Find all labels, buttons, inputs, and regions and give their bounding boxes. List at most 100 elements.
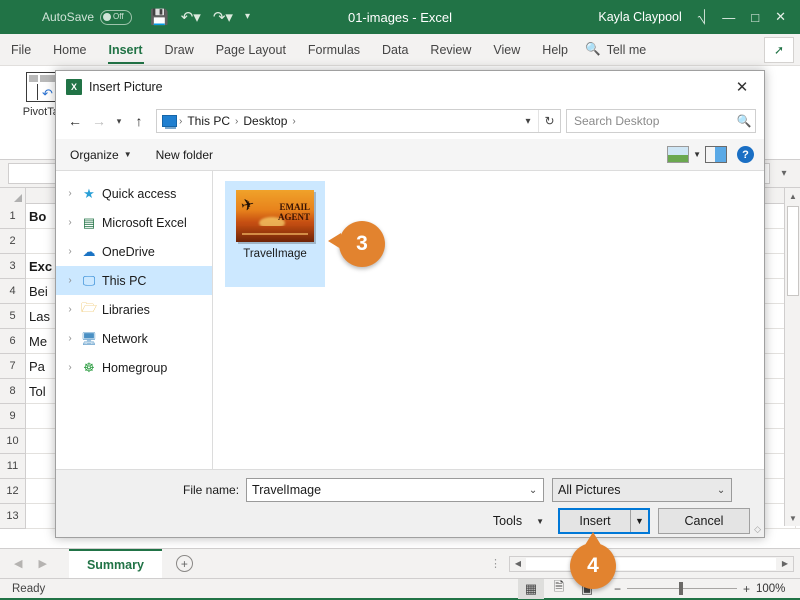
maximize-button[interactable]: □ (751, 10, 759, 25)
vertical-scrollbar[interactable]: ▲ ▼ (784, 188, 800, 526)
sidebar-item-quick-access[interactable]: › ★ Quick access (56, 179, 212, 208)
hscroll-left-icon[interactable]: ◀ (510, 557, 526, 571)
new-folder-button[interactable]: New folder (156, 148, 213, 162)
ribbon-display-options-icon[interactable]: ⎷ (698, 9, 706, 25)
tell-me-box[interactable]: 🔍 Tell me (585, 42, 646, 57)
sidebar-item-libraries[interactable]: › 🗁 Libraries (56, 295, 212, 324)
sidebar-item-homegroup[interactable]: › ☸ Homegroup (56, 353, 212, 382)
breadcrumb[interactable]: › This PC › Desktop › ▾ ↻ (156, 109, 561, 133)
cancel-button[interactable]: Cancel (658, 508, 750, 534)
zoom-slider-knob[interactable] (678, 582, 683, 595)
tab-home[interactable]: Home (42, 34, 97, 66)
scroll-up-icon[interactable]: ▲ (785, 188, 800, 204)
row-header[interactable]: 11 (0, 454, 26, 479)
sidebar-item-this-pc[interactable]: › 🖵 This PC (56, 266, 212, 295)
chevron-down-icon[interactable]: ▾ (518, 110, 538, 132)
tab-draw[interactable]: Draw (154, 34, 205, 66)
tab-view[interactable]: View (482, 34, 531, 66)
select-all-corner[interactable] (0, 188, 26, 204)
organize-button[interactable]: Organize ▼ (70, 148, 132, 162)
tools-button[interactable]: Tools ▼ (493, 514, 544, 528)
recent-locations-icon[interactable]: ▾ (112, 109, 126, 133)
close-icon[interactable]: ✕ (720, 71, 764, 103)
page-layout-view-icon[interactable]: 🗎 (546, 579, 572, 599)
sheet-tab-summary[interactable]: Summary (68, 549, 162, 578)
chevron-right-icon[interactable]: › (62, 362, 78, 373)
file-name-row: File name: TravelImage ⌄ All Pictures ⌄ (56, 478, 764, 502)
tab-review[interactable]: Review (419, 34, 482, 66)
file-name-input[interactable]: TravelImage ⌄ (246, 478, 545, 502)
tab-file[interactable]: File (0, 34, 42, 66)
help-icon[interactable]: ? (737, 146, 754, 163)
change-view-icon[interactable] (667, 146, 690, 163)
insert-dropdown-icon[interactable]: ▼ (630, 510, 648, 532)
row-header[interactable]: 5 (0, 304, 26, 329)
row-header[interactable]: 6 (0, 329, 26, 354)
sidebar-item-onedrive[interactable]: › ☁ OneDrive (56, 237, 212, 266)
tab-data[interactable]: Data (371, 34, 419, 66)
add-sheet-icon[interactable]: + (175, 555, 193, 572)
normal-view-icon[interactable]: ▦ (517, 578, 544, 599)
sidebar-item-microsoft-excel[interactable]: › ▤ Microsoft Excel (56, 208, 212, 237)
chevron-right-icon[interactable]: › (62, 304, 78, 315)
tab-help[interactable]: Help (531, 34, 579, 66)
zoom-slider[interactable] (626, 582, 737, 595)
zoom-level: 100% (756, 582, 786, 595)
row-header[interactable]: 8 (0, 379, 26, 404)
breadcrumb-desktop[interactable]: Desktop (240, 114, 290, 128)
sheet-tab-bar: ◀ ▶ Summary + ⋮ ◀ ▶ (0, 548, 800, 578)
row-header[interactable]: 7 (0, 354, 26, 379)
tab-page-layout[interactable]: Page Layout (205, 34, 297, 66)
refresh-icon[interactable]: ↻ (538, 110, 560, 132)
row-header[interactable]: 3 (0, 254, 26, 279)
chevron-right-icon[interactable]: › (62, 275, 78, 286)
file-type-select[interactable]: All Pictures ⌄ (552, 478, 733, 502)
chevron-right-icon[interactable]: › (62, 217, 78, 228)
file-list-pane[interactable]: ✈ EMAIL AGENT TravelImage (213, 171, 764, 469)
next-sheet-icon[interactable]: ▶ (38, 557, 46, 570)
row-header[interactable]: 10 (0, 429, 26, 454)
minimize-button[interactable]: — (722, 10, 735, 25)
breadcrumb-this-pc[interactable]: This PC (184, 114, 233, 128)
prev-sheet-icon[interactable]: ◀ (14, 557, 22, 570)
tab-formulas[interactable]: Formulas (297, 34, 371, 66)
scroll-down-icon[interactable]: ▼ (785, 510, 800, 526)
close-button[interactable]: ✕ (775, 9, 786, 25)
horizontal-scrollbar[interactable]: ◀ ▶ (509, 555, 794, 572)
row-header[interactable]: 12 (0, 479, 26, 504)
search-input[interactable]: Search Desktop 🔍 (566, 109, 756, 133)
chevron-right-icon[interactable]: › (62, 246, 78, 257)
row-header[interactable]: 9 (0, 404, 26, 429)
chevron-down-icon[interactable]: ⌄ (523, 485, 543, 496)
split-handle[interactable]: ⋮ (490, 557, 501, 570)
back-arrow-icon[interactable]: ← (64, 109, 86, 133)
file-item-travelimage[interactable]: ✈ EMAIL AGENT TravelImage (225, 181, 325, 287)
chevron-right-icon[interactable]: › (62, 188, 78, 199)
share-button[interactable]: ➚ (764, 37, 794, 63)
sidebar-item-network[interactable]: › 🖥 Network (56, 324, 212, 353)
preview-pane-icon[interactable] (705, 146, 727, 163)
insert-button[interactable]: Insert ▼ (558, 508, 650, 534)
zoom-control[interactable]: − + 100% (614, 582, 790, 596)
row-header[interactable]: 2 (0, 229, 26, 254)
chevron-down-icon[interactable]: ▼ (693, 150, 701, 159)
chevron-down-icon[interactable]: ⌄ (711, 485, 731, 496)
resize-grip[interactable]: ◇ (754, 524, 761, 535)
vertical-scroll-thumb[interactable] (787, 206, 799, 296)
zoom-out-button[interactable]: − (614, 582, 621, 596)
row-header[interactable]: 4 (0, 279, 26, 304)
search-icon: 🔍 (736, 114, 752, 128)
row-header[interactable]: 1 (0, 204, 26, 229)
user-name[interactable]: Kayla Claypool (598, 10, 681, 24)
up-arrow-icon[interactable]: ↑ (128, 109, 150, 133)
tab-insert[interactable]: Insert (98, 34, 154, 66)
chevron-right-icon[interactable]: › (62, 333, 78, 344)
forward-arrow-icon[interactable]: → (88, 109, 110, 133)
chevron-down-icon[interactable]: ▾ (774, 163, 794, 184)
horizontal-scroll-thumb[interactable] (526, 557, 776, 570)
zoom-in-button[interactable]: + (743, 582, 750, 596)
excel-icon: ▤ (82, 214, 96, 230)
sidebar-item-label: Quick access (102, 186, 177, 201)
row-header[interactable]: 13 (0, 504, 26, 529)
hscroll-right-icon[interactable]: ▶ (777, 557, 793, 571)
